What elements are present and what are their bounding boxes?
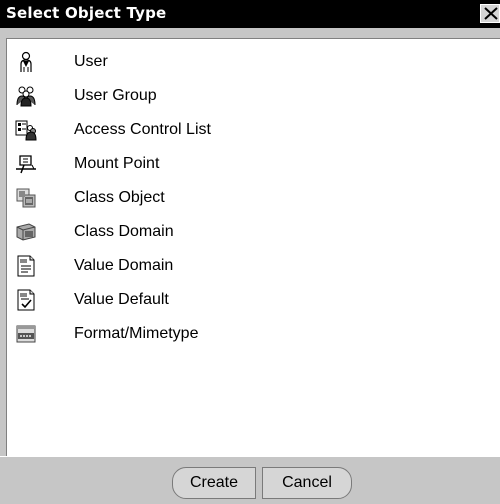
create-button[interactable]: Create [172,467,256,499]
format-mimetype-icon [15,323,37,345]
title-bar[interactable]: Select Object Type [0,0,500,28]
list-item-user-group[interactable]: User Group [7,79,487,113]
cancel-button[interactable]: Cancel [262,467,352,499]
class-object-icon [15,187,37,209]
list-item-label: User Group [74,87,157,104]
value-domain-icon [15,255,37,277]
list-item-value-default[interactable]: Value Default [7,283,487,317]
list-item-label: Format/Mimetype [74,325,199,342]
dialog-footer: Create Cancel [0,456,500,504]
list-item-class-domain[interactable]: Class Domain [7,215,487,249]
list-item-user[interactable]: User [7,45,487,79]
dialog-title: Select Object Type [6,4,167,22]
list-item-label: Class Domain [74,223,174,240]
list-item-label: Value Domain [74,257,174,274]
access-control-list-icon [15,119,37,141]
object-type-list[interactable]: User User Group Access Control List Moun… [6,38,500,456]
user-group-icon [15,85,37,107]
list-item-value-domain[interactable]: Value Domain [7,249,487,283]
close-button[interactable] [480,4,500,23]
list-item-label: Mount Point [74,155,160,172]
list-item-class-object[interactable]: Class Object [7,181,487,215]
list-item-format-mimetype[interactable]: Format/Mimetype [7,317,487,351]
list-item-label: Access Control List [74,121,211,138]
list-item-label: User [74,53,108,70]
class-domain-icon [15,221,37,243]
list-item-access-control-list[interactable]: Access Control List [7,113,487,147]
list-item-label: Value Default [74,291,169,308]
list-item-label: Class Object [74,189,165,206]
user-icon [15,51,37,73]
select-object-type-dialog: Select Object Type User User Group Acces… [0,0,500,504]
mount-point-icon [15,153,37,175]
list-item-mount-point[interactable]: Mount Point [7,147,487,181]
value-default-icon [15,289,37,311]
